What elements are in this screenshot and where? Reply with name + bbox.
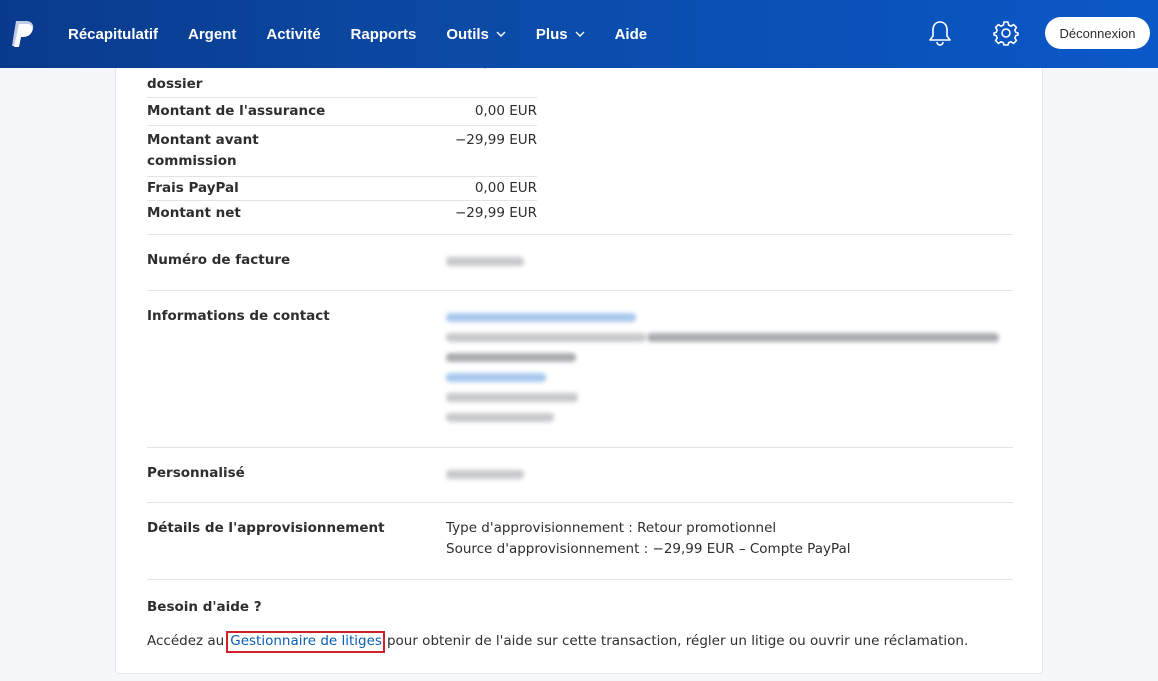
nav-item-reports[interactable]: Rapports	[351, 26, 417, 43]
amount-label: Frais PayPal	[147, 180, 239, 196]
nav-item-summary[interactable]: Récapitulatif	[68, 26, 158, 43]
funding-type: Type d'approvisionnement : Retour promot…	[446, 520, 777, 536]
divider	[147, 234, 1013, 235]
amount-value: −29,99 EUR	[454, 205, 537, 221]
nav-item-tools[interactable]: Outils	[446, 26, 506, 43]
amount-row-net: Montant net −29,99 EUR	[147, 201, 537, 229]
amount-label: Montant avant commission	[147, 132, 259, 169]
contact-merchant-link-redacted[interactable]	[446, 313, 636, 322]
nav-item-label: Activité	[266, 25, 321, 43]
contact-phone-redacted	[446, 413, 554, 422]
nav-item-label: Argent	[188, 25, 237, 43]
gear-icon[interactable]	[993, 20, 1019, 46]
amount-label: Montant net	[147, 205, 241, 221]
amount-row-paypal-fees: Frais PayPal 0,00 EUR	[147, 177, 537, 201]
amount-row-insurance: Montant de l'assurance 0,00 EUR	[147, 98, 537, 126]
custom-field-value-redacted	[446, 470, 524, 479]
help-text-after: pour obtenir de l'aide sur cette transac…	[386, 633, 969, 649]
invoice-number-value-redacted	[446, 257, 524, 266]
amount-value: −29,99 EUR	[454, 132, 537, 148]
divider	[147, 579, 1013, 580]
custom-field-label: Personnalisé	[147, 465, 245, 481]
logout-button[interactable]: Déconnexion	[1045, 17, 1150, 49]
nav-item-money[interactable]: Argent	[188, 26, 236, 43]
amount-value: 0,00 EUR	[474, 180, 537, 196]
help-title: Besoin d'aide ?	[147, 599, 262, 615]
nav-item-label: Outils	[446, 25, 489, 43]
top-navigation-bar: Récapitulatif Argent Activité Rapports O…	[0, 0, 1158, 68]
dispute-resolution-center-link[interactable]: Gestionnaire de litiges	[226, 631, 385, 653]
funding-source: Source d'approvisionnement : −29,99 EUR …	[446, 541, 851, 557]
help-text: Accédez au Gestionnaire de litiges pour ob…	[147, 631, 969, 653]
help-text-before: Accédez au	[147, 633, 225, 649]
contact-website-link-redacted[interactable]	[446, 373, 546, 382]
contact-note-redacted	[647, 333, 999, 342]
nav-item-activity[interactable]: Activité	[266, 26, 320, 43]
invoice-number-label: Numéro de facture	[147, 252, 291, 268]
bell-icon[interactable]	[928, 20, 952, 46]
nav-item-label: Rapports	[350, 25, 417, 43]
main-nav: Récapitulatif Argent Activité Rapports O…	[68, 0, 677, 68]
amount-label: Montant de l'assurance	[147, 103, 326, 119]
transaction-details-card: Montant des frais de dossier 0,00 EUR Mo…	[115, 40, 1043, 674]
contact-line-redacted	[446, 333, 646, 342]
nav-item-label: Aide	[614, 25, 648, 43]
divider	[147, 447, 1013, 448]
contact-name-redacted	[446, 353, 576, 362]
chevron-down-icon	[575, 31, 585, 37]
amount-row-before-commission: Montant avant commission −29,99 EUR	[147, 126, 537, 177]
divider	[147, 502, 1013, 503]
funding-details-label: Détails de l'approvisionnement	[147, 520, 385, 536]
nav-item-more[interactable]: Plus	[536, 26, 585, 43]
contact-info-label: Informations de contact	[147, 308, 330, 324]
chevron-down-icon	[496, 31, 506, 37]
divider	[147, 290, 1013, 291]
amount-value: 0,00 EUR	[474, 103, 537, 119]
nav-item-label: Récapitulatif	[68, 25, 159, 43]
contact-email-redacted	[446, 393, 578, 402]
paypal-logo-icon[interactable]	[10, 20, 36, 48]
nav-item-label: Plus	[535, 25, 568, 43]
nav-item-help[interactable]: Aide	[615, 26, 648, 43]
